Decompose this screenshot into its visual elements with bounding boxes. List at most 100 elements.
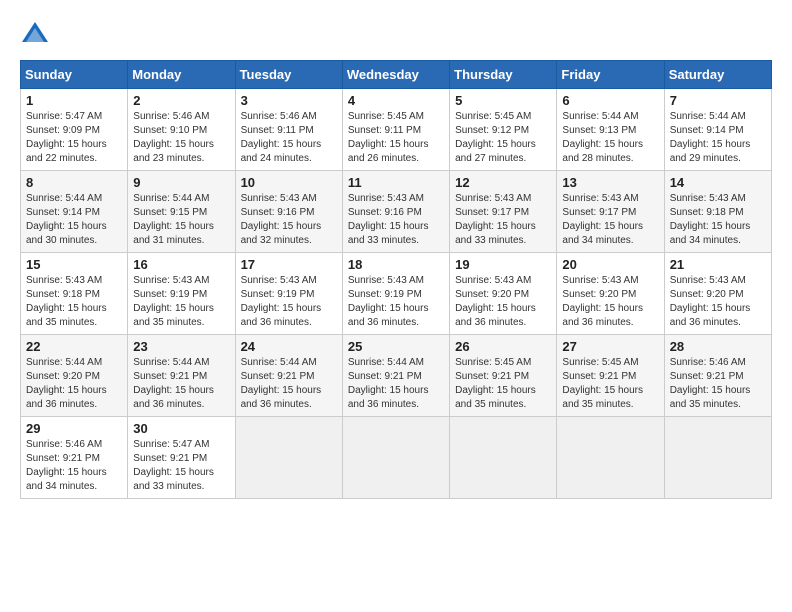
day-info: Sunrise: 5:46 AMSunset: 9:21 PMDaylight:… [670,356,766,412]
day-info: Sunrise: 5:43 AMSunset: 9:16 PMDaylight:… [348,192,444,248]
day-info: Sunrise: 5:44 AMSunset: 9:14 PMDaylight:… [670,110,766,166]
day-number: 21 [670,257,766,272]
calendar-table: SundayMondayTuesdayWednesdayThursdayFrid… [20,60,772,499]
day-info: Sunrise: 5:44 AMSunset: 9:21 PMDaylight:… [348,356,444,412]
day-number: 12 [455,175,551,190]
page-header [20,20,772,50]
table-row [664,417,771,499]
calendar-week-row: 1Sunrise: 5:47 AMSunset: 9:09 PMDaylight… [21,89,772,171]
day-info: Sunrise: 5:43 AMSunset: 9:17 PMDaylight:… [455,192,551,248]
table-row: 22 Sunrise: 5:44 AMSunset: 9:20 PMDayligh… [21,335,128,417]
table-row: 2 Sunrise: 5:46 AMSunset: 9:10 PMDaylight… [128,89,235,171]
table-row: 29 Sunrise: 5:46 AMSunset: 9:21 PMDayligh… [21,417,128,499]
calendar-week-row: 15 Sunrise: 5:43 AMSunset: 9:18 PMDayligh… [21,253,772,335]
table-row: 3 Sunrise: 5:46 AMSunset: 9:11 PMDaylight… [235,89,342,171]
day-info: Sunrise: 5:45 AMSunset: 9:21 PMDaylight:… [455,356,551,412]
table-row: 4 Sunrise: 5:45 AMSunset: 9:11 PMDaylight… [342,89,449,171]
day-info: Sunrise: 5:46 AMSunset: 9:11 PMDaylight:… [241,110,337,166]
col-header-sunday: Sunday [21,61,128,89]
day-info: Sunrise: 5:45 AMSunset: 9:12 PMDaylight:… [455,110,551,166]
day-number: 5 [455,93,551,108]
day-info: Sunrise: 5:47 AMSunset: 9:09 PMDaylight:… [26,110,122,166]
table-row: 10 Sunrise: 5:43 AMSunset: 9:16 PMDayligh… [235,171,342,253]
day-number: 23 [133,339,229,354]
day-number: 17 [241,257,337,272]
calendar-week-row: 8Sunrise: 5:44 AMSunset: 9:14 PMDaylight… [21,171,772,253]
day-number: 26 [455,339,551,354]
table-row: 28 Sunrise: 5:46 AMSunset: 9:21 PMDayligh… [664,335,771,417]
day-number: 18 [348,257,444,272]
day-info: Sunrise: 5:44 AMSunset: 9:15 PMDaylight:… [133,192,229,248]
day-number: 27 [562,339,658,354]
table-row: 18 Sunrise: 5:43 AMSunset: 9:19 PMDayligh… [342,253,449,335]
table-row [235,417,342,499]
table-row: 23Sunrise: 5:44 AMSunset: 9:21 PMDayligh… [128,335,235,417]
day-number: 19 [455,257,551,272]
table-row: 7 Sunrise: 5:44 AMSunset: 9:14 PMDaylight… [664,89,771,171]
calendar-week-row: 22 Sunrise: 5:44 AMSunset: 9:20 PMDayligh… [21,335,772,417]
calendar-header-row: SundayMondayTuesdayWednesdayThursdayFrid… [21,61,772,89]
col-header-monday: Monday [128,61,235,89]
calendar-week-row: 29 Sunrise: 5:46 AMSunset: 9:21 PMDayligh… [21,417,772,499]
day-info: Sunrise: 5:43 AMSunset: 9:19 PMDaylight:… [348,274,444,330]
day-info: Sunrise: 5:46 AMSunset: 9:10 PMDaylight:… [133,110,229,166]
day-number: 24 [241,339,337,354]
table-row: 30Sunrise: 5:47 AMSunset: 9:21 PMDayligh… [128,417,235,499]
day-number: 2 [133,93,229,108]
table-row [342,417,449,499]
table-row: 12 Sunrise: 5:43 AMSunset: 9:17 PMDayligh… [450,171,557,253]
day-number: 11 [348,175,444,190]
col-header-wednesday: Wednesday [342,61,449,89]
table-row: 25 Sunrise: 5:44 AMSunset: 9:21 PMDayligh… [342,335,449,417]
table-row: 16 Sunrise: 5:43 AMSunset: 9:19 PMDayligh… [128,253,235,335]
day-number: 7 [670,93,766,108]
day-info: Sunrise: 5:43 AMSunset: 9:18 PMDaylight:… [670,192,766,248]
table-row: 21 Sunrise: 5:43 AMSunset: 9:20 PMDayligh… [664,253,771,335]
table-row [450,417,557,499]
day-info: Sunrise: 5:44 AMSunset: 9:20 PMDaylight:… [26,356,122,412]
table-row: 5 Sunrise: 5:45 AMSunset: 9:12 PMDaylight… [450,89,557,171]
day-number: 9 [133,175,229,190]
col-header-friday: Friday [557,61,664,89]
table-row: 13Sunrise: 5:43 AMSunset: 9:17 PMDayligh… [557,171,664,253]
day-info: Sunrise: 5:43 AMSunset: 9:19 PMDaylight:… [133,274,229,330]
day-number: 28 [670,339,766,354]
day-info: Sunrise: 5:43 AMSunset: 9:20 PMDaylight:… [562,274,658,330]
day-info: Sunrise: 5:43 AMSunset: 9:16 PMDaylight:… [241,192,337,248]
table-row: 9 Sunrise: 5:44 AMSunset: 9:15 PMDaylight… [128,171,235,253]
logo [20,20,54,50]
day-number: 10 [241,175,337,190]
table-row: 19 Sunrise: 5:43 AMSunset: 9:20 PMDayligh… [450,253,557,335]
table-row: 15 Sunrise: 5:43 AMSunset: 9:18 PMDayligh… [21,253,128,335]
col-header-tuesday: Tuesday [235,61,342,89]
day-info: Sunrise: 5:45 AMSunset: 9:21 PMDaylight:… [562,356,658,412]
day-number: 16 [133,257,229,272]
day-info: Sunrise: 5:44 AMSunset: 9:21 PMDaylight:… [241,356,337,412]
table-row: 1Sunrise: 5:47 AMSunset: 9:09 PMDaylight… [21,89,128,171]
day-info: Sunrise: 5:43 AMSunset: 9:20 PMDaylight:… [455,274,551,330]
day-number: 14 [670,175,766,190]
day-info: Sunrise: 5:44 AMSunset: 9:14 PMDaylight:… [26,192,122,248]
table-row: 14 Sunrise: 5:43 AMSunset: 9:18 PMDayligh… [664,171,771,253]
table-row [557,417,664,499]
table-row: 26 Sunrise: 5:45 AMSunset: 9:21 PMDayligh… [450,335,557,417]
day-number: 25 [348,339,444,354]
logo-icon [20,20,50,50]
table-row: 17 Sunrise: 5:43 AMSunset: 9:19 PMDayligh… [235,253,342,335]
day-number: 29 [26,421,122,436]
table-row: 20Sunrise: 5:43 AMSunset: 9:20 PMDayligh… [557,253,664,335]
day-info: Sunrise: 5:43 AMSunset: 9:20 PMDaylight:… [670,274,766,330]
day-number: 4 [348,93,444,108]
table-row: 8Sunrise: 5:44 AMSunset: 9:14 PMDaylight… [21,171,128,253]
day-info: Sunrise: 5:43 AMSunset: 9:19 PMDaylight:… [241,274,337,330]
day-info: Sunrise: 5:46 AMSunset: 9:21 PMDaylight:… [26,438,122,494]
day-number: 22 [26,339,122,354]
col-header-thursday: Thursday [450,61,557,89]
day-number: 15 [26,257,122,272]
day-number: 3 [241,93,337,108]
day-info: Sunrise: 5:45 AMSunset: 9:11 PMDaylight:… [348,110,444,166]
table-row: 6Sunrise: 5:44 AMSunset: 9:13 PMDaylight… [557,89,664,171]
day-info: Sunrise: 5:43 AMSunset: 9:17 PMDaylight:… [562,192,658,248]
day-info: Sunrise: 5:44 AMSunset: 9:13 PMDaylight:… [562,110,658,166]
day-info: Sunrise: 5:43 AMSunset: 9:18 PMDaylight:… [26,274,122,330]
